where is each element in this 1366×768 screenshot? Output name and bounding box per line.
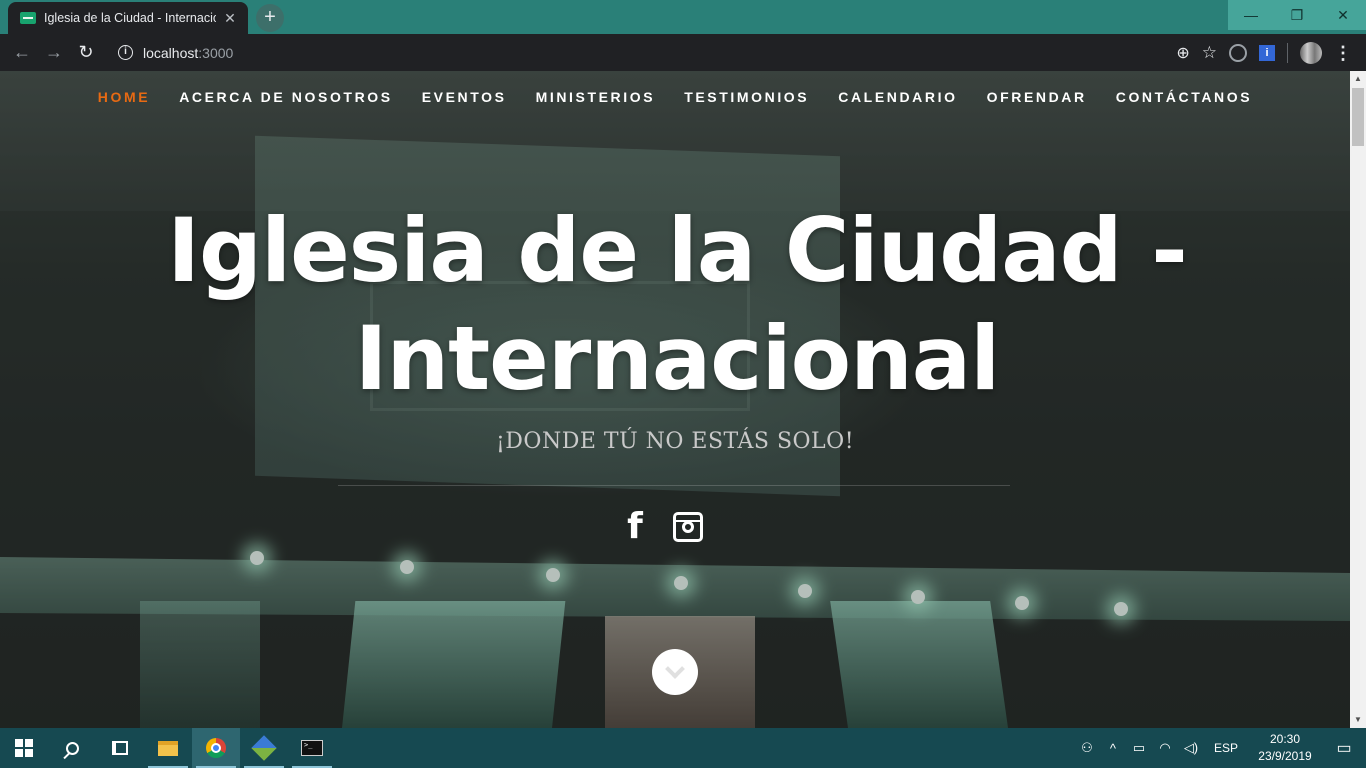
tab-title: Iglesia de la Ciudad - Internacional [44,11,216,25]
input-language[interactable]: ESP [1204,741,1248,755]
minimize-button[interactable]: — [1228,0,1274,30]
nav-item-contact[interactable]: CONTÁCTANOS [1116,89,1252,105]
page-title-line1: Iglesia de la Ciudad - [167,199,1188,302]
scroll-down-arrow-icon[interactable]: ▼ [1350,712,1366,728]
url-port: :3000 [198,44,234,61]
system-tray: ⚇ ^ ▭ ◠ ◁) ESP 20:30 23/9/2019 ▭ [1074,728,1366,768]
toolbar-right: ⊕ ☆ i ⋮ [1176,34,1366,71]
extension-icon[interactable] [1229,43,1247,62]
chrome-icon [206,738,226,758]
start-button[interactable] [0,728,48,768]
toolbar-divider [1287,42,1288,63]
forward-button[interactable]: → [38,37,70,69]
restore-button[interactable]: ❐ [1274,0,1320,30]
windows-logo-icon [15,739,33,757]
nav-item-ministries[interactable]: MINISTERIOS [536,89,656,105]
site-nav: HOME ACERCA DE NOSOTROS EVENTOS MINISTER… [0,89,1350,105]
task-view-button[interactable] [96,728,144,768]
profile-avatar[interactable] [1300,41,1322,64]
task-view-icon [112,741,128,755]
taskbar-search-button[interactable] [48,728,96,768]
clock-date: 23/9/2019 [1258,749,1312,763]
url-host: localhost [143,44,199,61]
browser-tab[interactable]: Iglesia de la Ciudad - Internacional ✕ [8,2,248,34]
clock-time: 20:30 [1269,732,1301,746]
tab-close-icon[interactable]: ✕ [222,10,238,27]
page-scrollbar[interactable]: ▲ ▼ [1350,71,1366,728]
battery-icon[interactable]: ▭ [1126,740,1152,756]
chevron-down-icon [665,659,685,679]
back-button[interactable]: ← [6,37,38,69]
nav-item-about[interactable]: ACERCA DE NOSOTROS [179,89,393,105]
windows-taskbar: >_ ⚇ ^ ▭ ◠ ◁) ESP 20:30 23/9/2019 ▭ [0,728,1366,768]
scroll-down-button[interactable] [652,649,698,695]
nav-item-home[interactable]: HOME [98,89,150,105]
extension-badge-icon[interactable]: i [1259,44,1275,61]
taskbar-chrome[interactable] [192,728,240,768]
taskbar-sourcetree[interactable] [240,728,288,768]
browser-menu-icon[interactable]: ⋮ [1334,44,1352,62]
page-title: Iglesia de la Ciudad - Internacional [0,197,1350,413]
folder-icon [158,740,178,756]
action-center-icon[interactable]: ▭ [1322,738,1366,758]
browser-titlebar: Iglesia de la Ciudad - Internacional ✕ +… [0,0,1366,34]
scroll-up-arrow-icon[interactable]: ▲ [1350,71,1366,87]
terminal-icon: >_ [301,740,323,756]
instagram-icon[interactable] [673,512,703,542]
nav-item-give[interactable]: OFRENDAR [987,89,1087,105]
reload-button[interactable]: ↻ [70,37,102,69]
scrollbar-thumb[interactable] [1352,88,1364,146]
facebook-icon[interactable]: f [625,509,645,545]
taskbar-file-explorer[interactable] [144,728,192,768]
taskbar-terminal[interactable]: >_ [288,728,336,768]
page-viewport: HOME ACERCA DE NOSOTROS EVENTOS MINISTER… [0,71,1350,728]
site-favicon-icon [20,12,36,24]
site-info-icon[interactable]: i [118,45,133,60]
hero-subtitle: ¡DONDE TÚ NO ESTÁS SOLO! [495,429,855,454]
page-title-line2: Internacional [354,307,1001,410]
browser-toolbar: ← → ↻ i localhost :3000 ⊕ ☆ i ⋮ [0,34,1366,71]
nav-item-events[interactable]: EVENTOS [422,89,507,105]
address-bar[interactable]: i localhost :3000 [108,38,1218,67]
sourcetree-icon [251,735,277,761]
social-links: f [625,509,703,545]
wifi-icon[interactable]: ◠ [1152,740,1178,756]
window-controls: — ❐ ✕ [1228,0,1366,30]
nav-item-calendar[interactable]: CALENDARIO [838,89,957,105]
show-hidden-icons-chevron-icon[interactable]: ^ [1100,741,1126,756]
close-window-button[interactable]: ✕ [1320,0,1366,30]
taskbar-clock[interactable]: 20:30 23/9/2019 [1248,731,1322,765]
volume-icon[interactable]: ◁) [1178,740,1204,756]
hero-divider [338,485,1010,486]
new-tab-button[interactable]: + [256,4,284,32]
nav-item-testimonies[interactable]: TESTIMONIOS [684,89,809,105]
search-icon [65,741,79,755]
zoom-icon[interactable]: ⊕ [1176,43,1189,63]
people-icon[interactable]: ⚇ [1074,740,1100,756]
bookmark-star-icon[interactable]: ☆ [1202,43,1217,63]
